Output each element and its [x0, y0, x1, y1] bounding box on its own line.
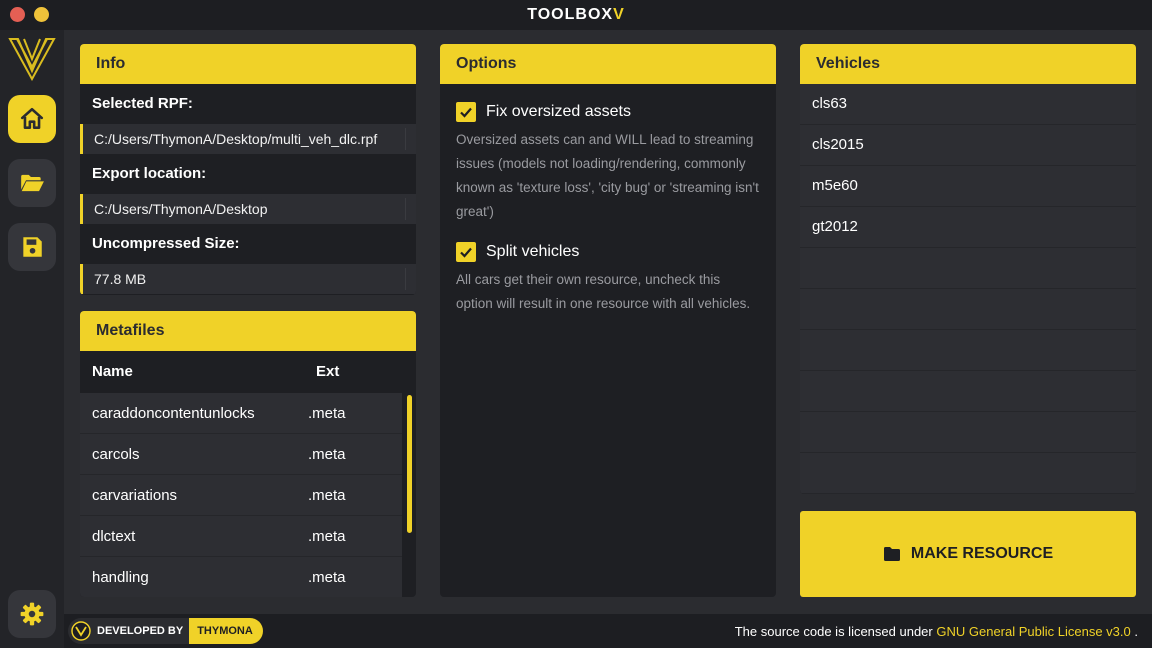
- vehicles-list: cls63 cls2015 m5e60 gt2012: [800, 84, 1136, 494]
- column-header-ext[interactable]: Ext: [304, 351, 339, 393]
- table-row[interactable]: carcols .meta: [80, 434, 402, 475]
- metafiles-list: caraddoncontentunlocks .meta carcols .meta…: [80, 393, 416, 597]
- sidebar-item-save[interactable]: [8, 223, 56, 271]
- license-suffix: .: [1134, 624, 1138, 639]
- developer-logo-icon: [71, 621, 91, 641]
- checkmark-icon: [460, 247, 472, 258]
- table-row[interactable]: handling .meta: [80, 557, 402, 597]
- app-logo: [8, 38, 56, 81]
- column-header-name[interactable]: Name: [80, 351, 304, 393]
- save-icon: [23, 237, 42, 257]
- metafiles-table-header: Name Ext: [80, 351, 416, 393]
- fix-oversized-checkbox-row[interactable]: Fix oversized assets: [456, 102, 760, 122]
- folder-icon: [883, 547, 900, 561]
- sidebar-item-settings[interactable]: [8, 590, 56, 638]
- table-row[interactable]: dlctext .meta: [80, 516, 402, 557]
- metafiles-header: Metafiles: [80, 311, 416, 351]
- options-header: Options: [440, 44, 776, 84]
- list-item: [800, 330, 1136, 371]
- metafile-name: caraddoncontentunlocks: [92, 405, 255, 422]
- selected-rpf-field[interactable]: C:/Users/ThymonA/Desktop/multi_veh_dlc.r…: [80, 124, 416, 154]
- metafile-ext: .meta: [308, 405, 346, 422]
- title-bar: TOOLBOXV: [0, 0, 1152, 30]
- list-item: [800, 412, 1136, 453]
- metafile-ext: .meta: [308, 528, 346, 545]
- selected-rpf-label: Selected RPF:: [80, 84, 416, 124]
- gear-icon: [20, 602, 44, 626]
- list-item[interactable]: m5e60: [800, 166, 1136, 207]
- split-vehicles-checkbox-row[interactable]: Split vehicles: [456, 242, 760, 262]
- license-notice: The source code is licensed under GNU Ge…: [735, 624, 1138, 639]
- metafile-name: carcols: [92, 446, 140, 463]
- fix-oversized-description: Oversized assets can and WILL lead to st…: [456, 132, 759, 219]
- app-title: TOOLBOXV: [527, 6, 625, 23]
- split-vehicles-checkbox[interactable]: [456, 242, 476, 262]
- sidebar-item-home[interactable]: [8, 95, 56, 143]
- fix-oversized-label: Fix oversized assets: [486, 103, 631, 120]
- list-item: [800, 371, 1136, 412]
- developed-by-label: DEVELOPED BY: [97, 625, 184, 637]
- developer-name: THYMONA: [189, 618, 263, 644]
- metafile-ext: .meta: [308, 446, 346, 463]
- info-panel: Info Selected RPF: C:/Users/ThymonA/Desk…: [80, 44, 416, 295]
- uncompressed-size-field[interactable]: 77.8 MB: [80, 264, 416, 294]
- sidebar: [0, 30, 64, 648]
- metafile-name: dlctext: [92, 528, 136, 545]
- list-item[interactable]: gt2012: [800, 207, 1136, 248]
- list-item[interactable]: cls2015: [800, 125, 1136, 166]
- footer: DEVELOPED BY THYMONA The source code is …: [64, 614, 1152, 648]
- option-split-vehicles: Split vehicles All cars get their own re…: [440, 224, 776, 316]
- metafiles-panel: Metafiles Name Ext caraddoncontentunlock…: [80, 311, 416, 597]
- list-item: [800, 453, 1136, 494]
- option-fix-oversized: Fix oversized assets Oversized assets ca…: [440, 84, 776, 224]
- title-accent: V: [613, 6, 625, 23]
- split-vehicles-label: Split vehicles: [486, 243, 580, 260]
- folder-open-icon: [21, 174, 44, 192]
- sidebar-item-open[interactable]: [8, 159, 56, 207]
- fix-oversized-checkbox[interactable]: [456, 102, 476, 122]
- split-vehicles-description: All cars get their own resource, uncheck…: [456, 272, 751, 311]
- export-location-field[interactable]: C:/Users/ThymonA/Desktop: [80, 194, 416, 224]
- developer-badge[interactable]: DEVELOPED BY THYMONA: [68, 618, 263, 644]
- license-link[interactable]: GNU General Public License v3.0: [936, 624, 1130, 639]
- table-row[interactable]: caraddoncontentunlocks .meta: [80, 393, 402, 434]
- options-panel: Options Fix oversized assets Oversized a…: [440, 44, 776, 597]
- uncompressed-size-label: Uncompressed Size:: [80, 224, 416, 264]
- metafiles-scrollbar[interactable]: [407, 395, 412, 533]
- make-resource-button[interactable]: MAKE RESOURCE: [800, 511, 1136, 597]
- metafile-ext: .meta: [308, 569, 346, 586]
- list-item: [800, 289, 1136, 330]
- vehicles-header: Vehicles: [800, 44, 1136, 84]
- license-text: The source code is licensed under: [734, 624, 933, 639]
- metafile-name: handling: [92, 569, 149, 586]
- developed-by-section: DEVELOPED BY: [68, 618, 190, 644]
- make-resource-label: MAKE RESOURCE: [910, 545, 1054, 562]
- checkmark-icon: [460, 107, 472, 118]
- home-icon: [20, 107, 44, 129]
- table-row[interactable]: carvariations .meta: [80, 475, 402, 516]
- info-header: Info: [80, 44, 416, 84]
- metafile-ext: .meta: [308, 487, 346, 504]
- list-item: [800, 248, 1136, 289]
- export-location-label: Export location:: [80, 154, 416, 194]
- metafile-name: carvariations: [92, 487, 178, 504]
- vehicles-panel: Vehicles cls63 cls2015 m5e60 gt2012: [800, 44, 1136, 494]
- list-item[interactable]: cls63: [800, 84, 1136, 125]
